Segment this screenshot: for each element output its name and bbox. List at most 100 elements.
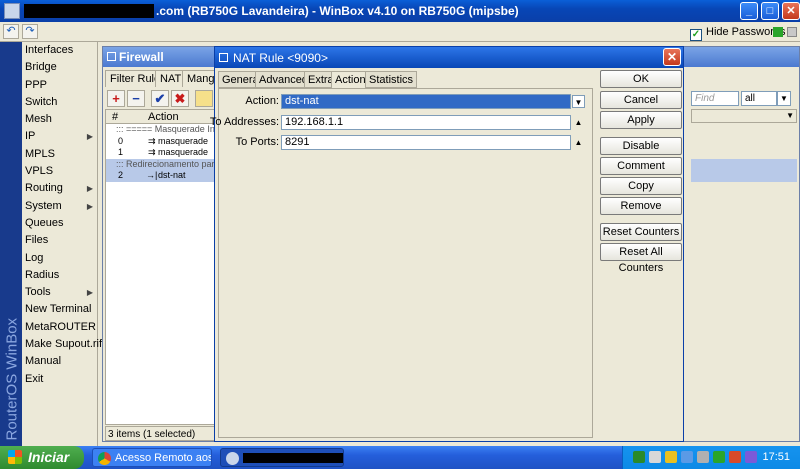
comment-button[interactable]: Comment: [600, 157, 682, 175]
undo-icon[interactable]: ↶: [3, 24, 19, 39]
table-row-selected[interactable]: 2 →| dst-nat: [106, 170, 214, 182]
menu-label: MPLS: [25, 147, 55, 160]
sidebar-item-ppp[interactable]: PPP: [22, 77, 97, 94]
close-button[interactable]: ✕: [782, 2, 800, 20]
tray-status-icon[interactable]: [713, 451, 725, 463]
disable-button[interactable]: Disable: [600, 137, 682, 155]
chevron-down-icon[interactable]: ▼: [786, 111, 794, 120]
masquerade-icon: ⇉: [148, 135, 156, 146]
dialog-close-button[interactable]: ✕: [663, 48, 681, 66]
dialog-titlebar[interactable]: NAT Rule <9090> ✕: [215, 47, 683, 68]
minimize-button[interactable]: _: [740, 2, 758, 20]
sidebar-item-files[interactable]: Files: [22, 232, 97, 249]
clock: 17:51: [762, 451, 790, 463]
row-comment: ::: Redirecionamento para: [116, 158, 215, 169]
status-green-icon: [773, 27, 783, 37]
sidebar-item-new-terminal[interactable]: New Terminal: [22, 301, 97, 318]
tray-volume-icon[interactable]: [697, 451, 709, 463]
nat-rule-dialog: NAT Rule <9090> ✕ General Advanced Extra…: [210, 46, 684, 442]
menu-label: Radius: [25, 268, 60, 281]
table-row[interactable]: 1 ⇉ masquerade: [106, 147, 214, 159]
tray-alert-icon[interactable]: [729, 451, 741, 463]
to-ports-input[interactable]: 8291: [281, 135, 571, 150]
menu-label: Interfaces: [25, 44, 74, 56]
sidebar-item-switch[interactable]: Switch: [22, 94, 97, 111]
sidebar-item-ip[interactable]: IP ▶: [22, 128, 97, 145]
action-label: Action:: [245, 95, 279, 107]
ok-button[interactable]: OK: [600, 70, 682, 88]
reset-counters-button[interactable]: Reset Counters: [600, 223, 682, 241]
dialog-tabs: General Advanced Extra Action Statistics: [218, 71, 598, 89]
column-header-extra: ▼: [691, 109, 797, 123]
cancel-button[interactable]: Cancel: [600, 91, 682, 109]
sidebar-item-tools[interactable]: Tools ▶: [22, 284, 97, 301]
action-select[interactable]: dst-nat: [281, 94, 571, 109]
tray-app-icon[interactable]: [745, 451, 757, 463]
menu-label: Manual: [25, 355, 62, 368]
submenu-arrow-icon: ▶: [86, 201, 93, 211]
routeros-banner: RouterOS WinBox: [0, 42, 22, 446]
sidebar-item-metarouter[interactable]: MetaROUTER: [22, 319, 97, 336]
menu-label: System: [25, 199, 62, 212]
redacted-text: [243, 453, 343, 464]
dst-nat-icon: →|: [146, 170, 158, 180]
hide-passwords-checkbox[interactable]: ✓ Hide Passwords: [690, 26, 785, 41]
row-num: 2: [118, 170, 124, 180]
collapse-up-icon[interactable]: ▲: [572, 116, 585, 129]
disable-x-icon[interactable]: ✖: [171, 90, 189, 107]
sidebar-menu: Interfaces Bridge PPP Switch Mesh IP ▶ MP…: [22, 42, 102, 446]
menu-label: Queues: [25, 216, 64, 229]
winbox-icon: [226, 452, 239, 465]
tab-statistics[interactable]: Statistics: [365, 71, 418, 88]
menu-label: New Terminal: [25, 303, 92, 316]
reset-all-counters-button[interactable]: Reset All Counters: [600, 243, 682, 274]
sidebar-item-make-supout[interactable]: Make Supout.rif: [22, 336, 102, 353]
nat-rules-table: # Action ::: ===== Masquerade Int 0 ⇉ masq…: [105, 109, 215, 425]
sidebar-item-mesh[interactable]: Mesh: [22, 111, 97, 128]
sidebar-item-routing[interactable]: Routing ▶: [22, 180, 97, 197]
collapse-up-icon[interactable]: ▲: [572, 136, 585, 149]
tray-network-icon[interactable]: [649, 451, 661, 463]
remove-icon[interactable]: −: [127, 90, 145, 107]
tab-action[interactable]: Action: [331, 71, 370, 89]
tray-security-icon[interactable]: [665, 451, 677, 463]
enable-check-icon[interactable]: ✔: [151, 90, 169, 107]
banner-text: RouterOS WinBox: [3, 317, 21, 441]
to-addresses-input[interactable]: 192.168.1.1: [281, 115, 571, 130]
action-tab-panel: Action: dst-nat ▼ To Addresses: 192.168.…: [210, 88, 593, 438]
taskbar-task-winbox[interactable]: [220, 448, 344, 467]
sidebar-item-exit[interactable]: Exit: [22, 371, 97, 388]
find-input[interactable]: Find: [691, 91, 739, 106]
menu-label: Switch: [25, 95, 58, 108]
sidebar-item-bridge[interactable]: Bridge: [22, 59, 97, 76]
sidebar-item-manual[interactable]: Manual: [22, 353, 97, 370]
start-button[interactable]: Iniciar: [0, 446, 84, 469]
column-header-num[interactable]: #: [112, 111, 118, 123]
sidebar-item-vpls[interactable]: VPLS: [22, 163, 97, 180]
sidebar-item-system[interactable]: System ▶: [22, 198, 97, 215]
sidebar-item-queues[interactable]: Queues: [22, 215, 97, 232]
to-ports-label: To Ports:: [235, 136, 279, 148]
tray-messenger-icon[interactable]: [681, 451, 693, 463]
menu-label: Mesh: [25, 113, 52, 126]
checkbox-check-icon: ✓: [690, 29, 702, 41]
chevron-down-icon[interactable]: ▼: [777, 91, 791, 106]
menu-label: IP: [25, 130, 36, 143]
column-header-action[interactable]: Action: [148, 111, 179, 123]
copy-button[interactable]: Copy: [600, 177, 682, 195]
taskbar-task-browser[interactable]: Acesso Remoto aos ...: [92, 448, 212, 467]
sidebar-item-interfaces[interactable]: Interfaces: [22, 42, 97, 59]
remove-button[interactable]: Remove: [600, 197, 682, 215]
chevron-down-icon[interactable]: ▼: [572, 95, 585, 108]
sidebar-item-radius[interactable]: Radius: [22, 267, 97, 284]
tray-shield-icon[interactable]: [633, 451, 645, 463]
sidebar-item-log[interactable]: Log: [22, 250, 97, 267]
redo-icon[interactable]: ↷: [22, 24, 38, 39]
add-icon[interactable]: +: [107, 90, 125, 107]
sidebar-item-mpls[interactable]: MPLS: [22, 146, 97, 163]
maximize-button[interactable]: □: [761, 2, 779, 20]
apply-button[interactable]: Apply: [600, 111, 682, 129]
table-row[interactable]: ::: Redirecionamento para: [106, 158, 215, 170]
filter-select[interactable]: all: [741, 91, 777, 106]
menu-label: Log: [25, 251, 44, 264]
